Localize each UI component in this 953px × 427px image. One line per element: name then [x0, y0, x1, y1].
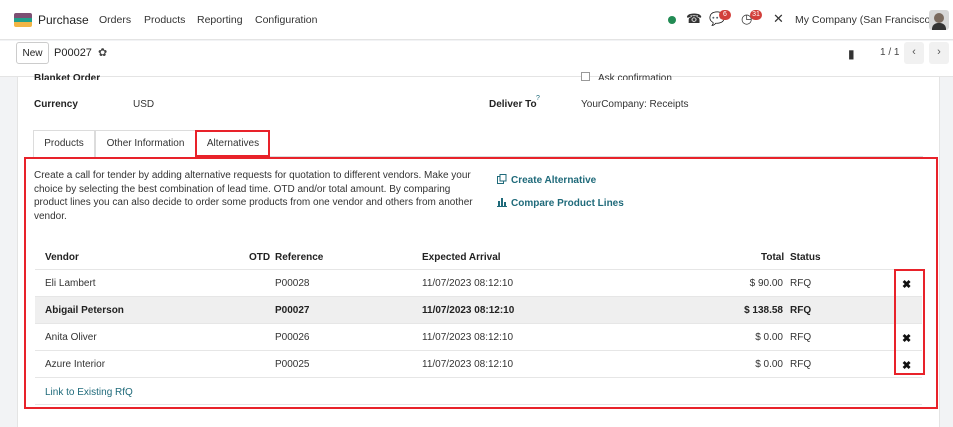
- debug-tools-icon[interactable]: ✕: [773, 12, 784, 26]
- menu-products[interactable]: Products: [144, 14, 185, 26]
- ask-confirmation-checkbox[interactable]: [581, 72, 590, 81]
- column-status[interactable]: Status: [790, 252, 821, 263]
- delete-icon[interactable]: ✖: [902, 332, 911, 345]
- column-reference[interactable]: Reference: [275, 252, 323, 263]
- expected-arrival-cell: 11/07/2023 08:12:10: [422, 359, 514, 370]
- bar-chart-icon: [497, 197, 507, 207]
- menu-reporting[interactable]: Reporting: [197, 14, 243, 26]
- vendor-cell: Anita Oliver: [45, 332, 97, 343]
- status-cell: RFQ: [790, 305, 812, 316]
- apps-menu-icon[interactable]: [14, 13, 32, 27]
- pager-previous-button[interactable]: ‹: [904, 42, 924, 64]
- create-alternative-button[interactable]: Create Alternative: [497, 174, 596, 186]
- delete-icon[interactable]: ✖: [902, 359, 911, 372]
- deliver-to-label: Deliver To: [489, 99, 537, 110]
- presence-status-icon: [668, 16, 676, 24]
- copy-icon: [497, 174, 507, 184]
- tab-other-information[interactable]: Other Information: [95, 130, 196, 157]
- vendor-cell: Eli Lambert: [45, 278, 96, 289]
- user-avatar[interactable]: [929, 10, 949, 30]
- create-alternative-label: Create Alternative: [511, 175, 597, 186]
- table-row[interactable]: Azure Interior P00025 11/07/2023 08:12:1…: [35, 350, 922, 377]
- table-row[interactable]: Anita Oliver P00026 11/07/2023 08:12:10 …: [35, 323, 922, 350]
- vendor-cell: Azure Interior: [45, 359, 106, 370]
- activities-badge: 31: [750, 10, 762, 20]
- menu-orders[interactable]: Orders: [99, 14, 131, 26]
- help-tooltip-icon[interactable]: ?: [536, 95, 540, 102]
- reference-cell: P00026: [275, 332, 310, 343]
- blanket-order-label: Blanket Order: [34, 73, 101, 80]
- vendor-cell: Abigail Peterson: [45, 305, 124, 316]
- reference-cell: P00025: [275, 359, 310, 370]
- currency-field[interactable]: USD: [133, 99, 154, 110]
- pager-next-button[interactable]: ›: [929, 42, 949, 64]
- phone-icon[interactable]: ☎: [686, 12, 702, 26]
- table-row[interactable]: Abigail Peterson P00027 11/07/2023 08:12…: [35, 296, 922, 323]
- tab-alternatives[interactable]: Alternatives: [196, 130, 270, 157]
- link-existing-rfq[interactable]: Link to Existing RfQ: [45, 387, 133, 398]
- compare-product-lines-label: Compare Product Lines: [511, 198, 624, 209]
- reference-cell: P00028: [275, 278, 310, 289]
- new-button[interactable]: New: [16, 42, 49, 64]
- top-navbar: Purchase Orders Products Reporting Confi…: [0, 0, 953, 40]
- documentation-icon[interactable]: ▮: [848, 47, 855, 61]
- status-cell: RFQ: [790, 359, 812, 370]
- column-vendor[interactable]: Vendor: [45, 252, 79, 263]
- pager-value[interactable]: 1 / 1: [880, 47, 899, 58]
- reference-cell: P00027: [275, 305, 310, 316]
- delete-icon[interactable]: ✖: [902, 278, 911, 291]
- gear-icon[interactable]: ✿: [98, 46, 107, 59]
- company-switcher[interactable]: My Company (San Francisco): [795, 14, 934, 26]
- control-panel: New P00027 ✿ ▮ 1 / 1 ‹ ›: [0, 41, 953, 77]
- status-cell: RFQ: [790, 332, 812, 343]
- total-cell: $ 138.58: [744, 305, 783, 316]
- table-row[interactable]: Eli Lambert P00028 11/07/2023 08:12:10 $…: [35, 269, 922, 296]
- column-otd[interactable]: OTD: [249, 252, 270, 263]
- alternatives-description: Create a call for tender by adding alter…: [34, 170, 473, 222]
- column-expected-arrival[interactable]: Expected Arrival: [422, 252, 501, 263]
- menu-configuration[interactable]: Configuration: [255, 14, 317, 26]
- app-name[interactable]: Purchase: [38, 13, 89, 27]
- expected-arrival-cell: 11/07/2023 08:12:10: [422, 332, 514, 343]
- deliver-to-field[interactable]: YourCompany: Receipts: [581, 99, 688, 110]
- expected-arrival-cell: 11/07/2023 08:12:10: [422, 305, 515, 316]
- messages-badge: 6: [719, 10, 731, 20]
- table-row-divider: [35, 377, 922, 378]
- currency-label: Currency: [34, 99, 78, 110]
- column-total[interactable]: Total: [761, 252, 784, 263]
- total-cell: $ 0.00: [755, 332, 783, 343]
- compare-product-lines-button[interactable]: Compare Product Lines: [497, 197, 624, 209]
- table-bottom-divider: [35, 404, 922, 405]
- status-cell: RFQ: [790, 278, 812, 289]
- total-cell: $ 0.00: [755, 359, 783, 370]
- ask-confirmation-label: Ask confirmation: [598, 73, 672, 80]
- tab-products[interactable]: Products: [33, 130, 95, 157]
- breadcrumb-record: P00027: [54, 47, 92, 59]
- expected-arrival-cell: 11/07/2023 08:12:10: [422, 278, 514, 289]
- total-cell: $ 90.00: [749, 278, 783, 289]
